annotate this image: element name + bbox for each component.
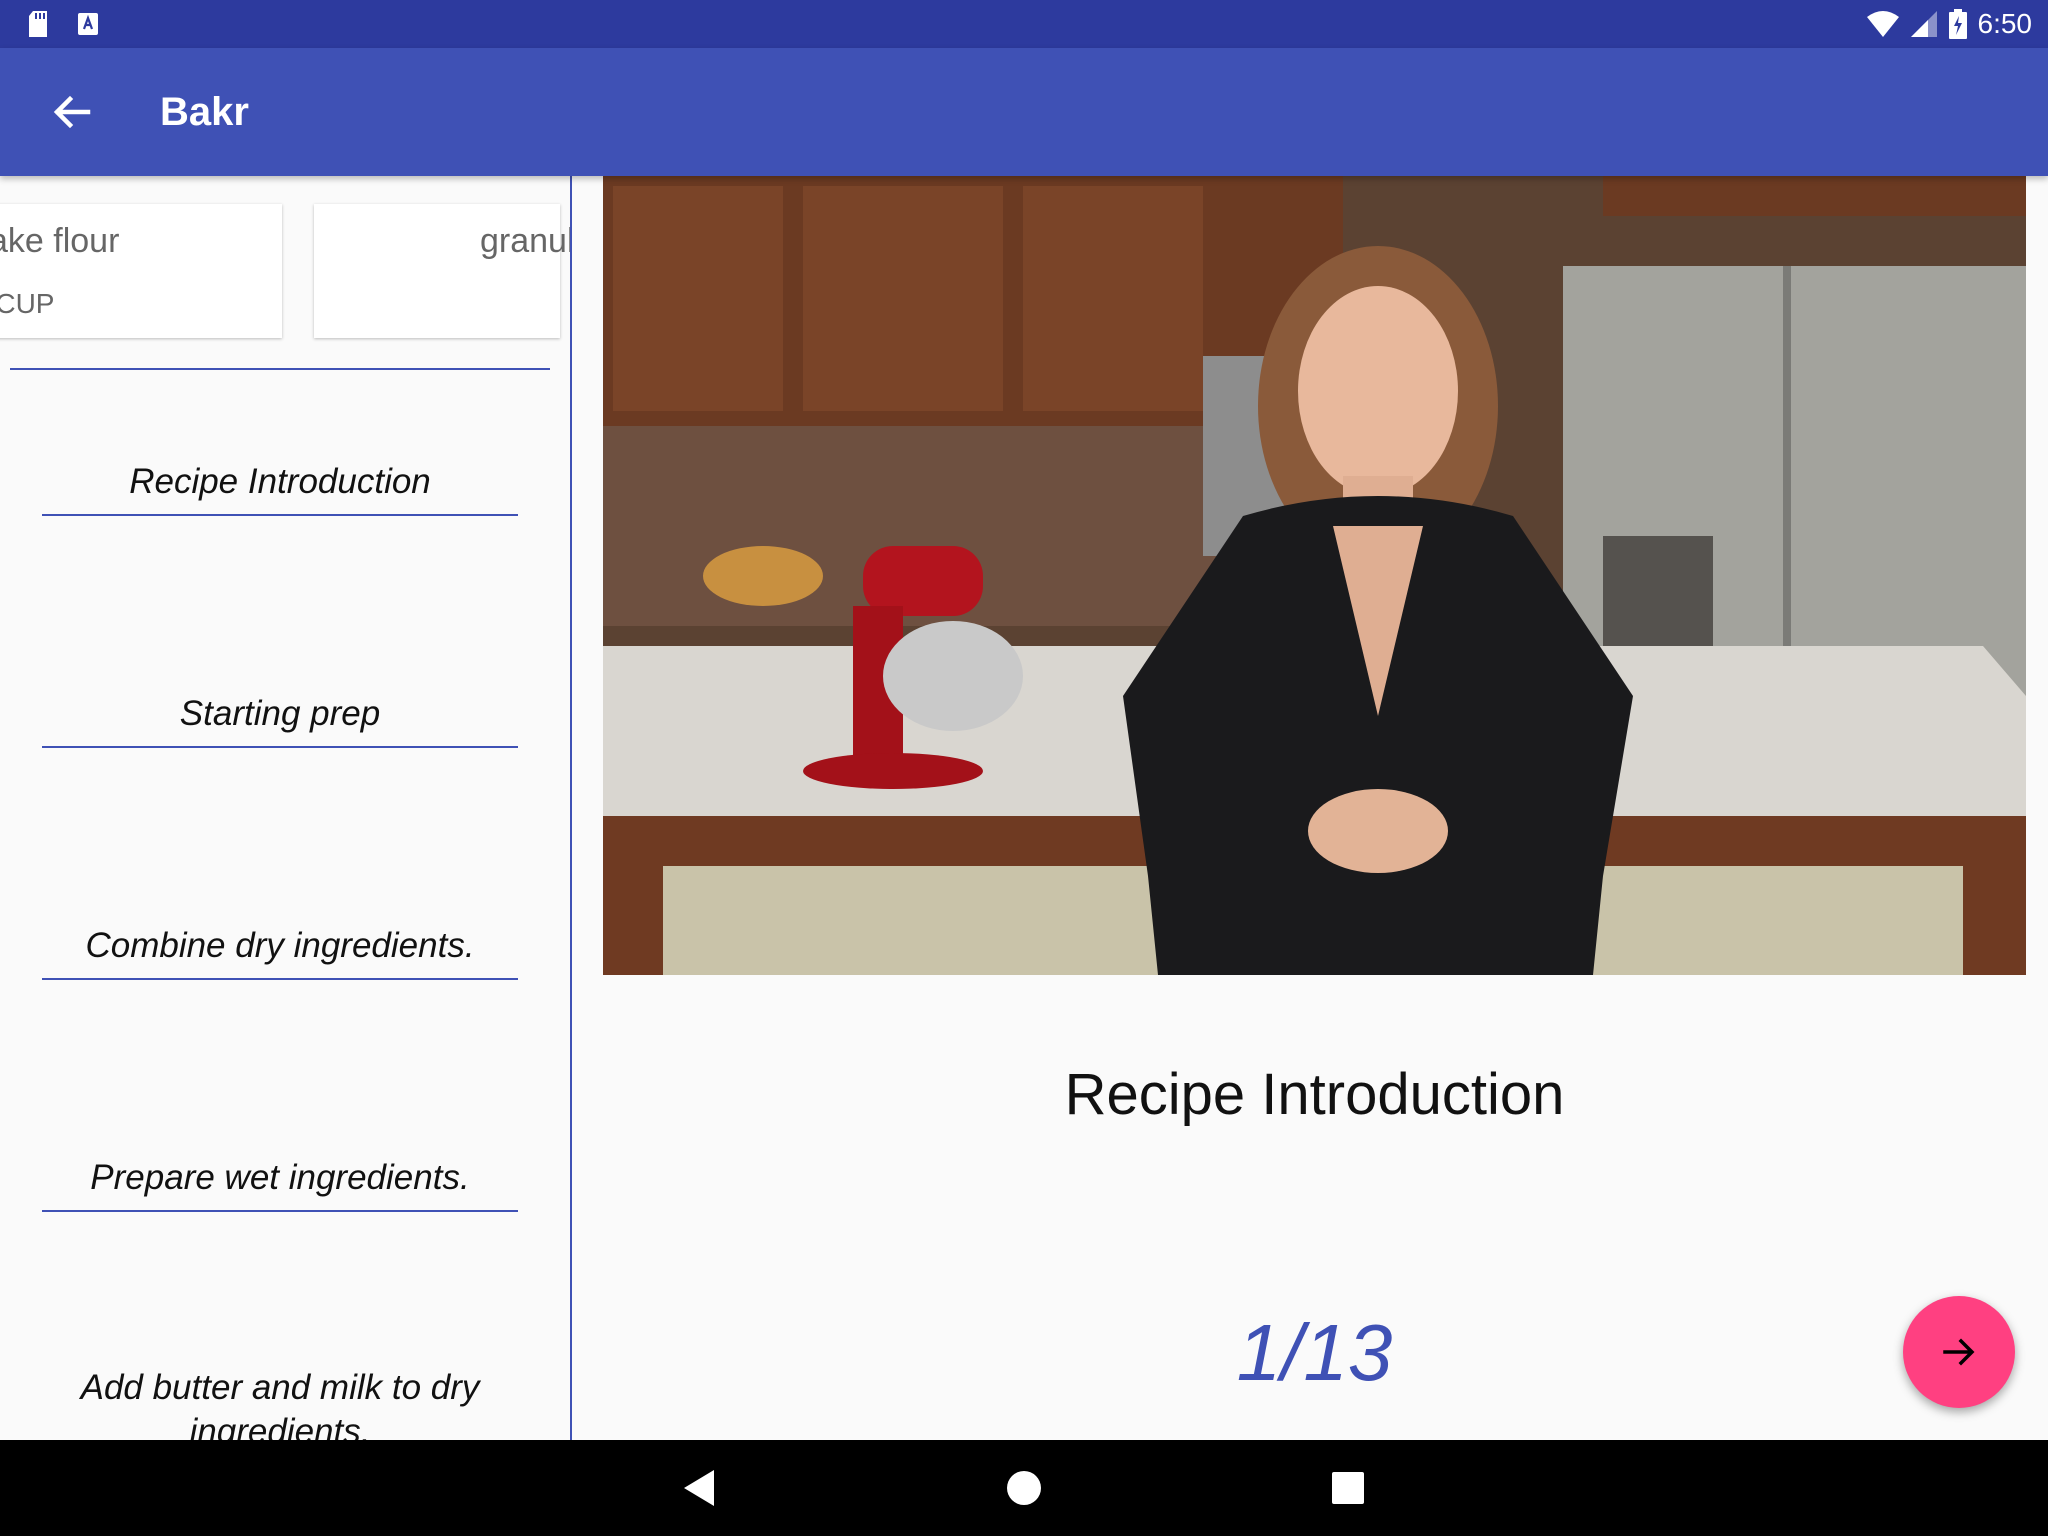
clock: 6:50 xyxy=(1977,8,2033,39)
video-player[interactable] xyxy=(603,176,2026,975)
step-label: Prepare wet ingredients. xyxy=(90,1158,470,1197)
app-bar: Bakr xyxy=(0,48,2048,176)
nav-recents-icon[interactable] xyxy=(1324,1464,1372,1512)
step-item[interactable]: Starting prep xyxy=(42,692,518,748)
ingredient-card[interactable]: cake flour 2 CUP xyxy=(0,204,282,338)
step-label: Combine dry ingredients. xyxy=(85,926,475,965)
step-item[interactable]: Combine dry ingredients. xyxy=(42,924,518,980)
ingredients-list[interactable]: cake flour 2 CUP granulated sugar xyxy=(0,190,570,502)
wifi-icon xyxy=(1866,11,1899,37)
ingredient-card[interactable]: granulated sugar xyxy=(314,204,570,338)
sd-card-icon xyxy=(29,11,47,37)
navigation-bar xyxy=(0,1440,2048,1536)
step-counter: 1/13 xyxy=(1236,1308,1393,1397)
status-system-icons: 6:50 xyxy=(1866,6,2033,42)
back-button[interactable] xyxy=(40,84,104,140)
next-step-button[interactable] xyxy=(1903,1296,2015,1408)
video-frame-image xyxy=(603,176,2026,975)
step-item[interactable]: Recipe Introduction xyxy=(42,460,518,516)
step-item[interactable]: Prepare wet ingredients. xyxy=(42,1156,518,1212)
cell-signal-icon xyxy=(1910,11,1937,37)
ingredient-quantity: 2 CUP xyxy=(0,288,55,319)
battery-charging-icon xyxy=(1948,9,1967,39)
step-title: Recipe Introduction xyxy=(1064,1062,1565,1127)
arrow-forward-icon xyxy=(1943,1338,1975,1366)
app-title: Bakr xyxy=(160,90,249,134)
step-label: Recipe Introduction xyxy=(129,462,431,501)
ingredient-name: cake flour xyxy=(0,222,120,260)
step-label: Starting prep xyxy=(179,694,381,733)
step-label: Add butter and milk to dry ingredients. xyxy=(80,1368,480,1440)
nav-home-icon[interactable] xyxy=(1000,1464,1048,1512)
arrow-back-icon xyxy=(53,95,91,129)
status-notifications xyxy=(26,10,100,38)
app-notification-icon xyxy=(78,13,98,35)
ingredient-name: granulated sugar xyxy=(480,222,570,260)
steps-panel: cake flour 2 CUP granulated sugar Recipe… xyxy=(0,176,572,1440)
step-item[interactable]: Add butter and milk to dry ingredients. xyxy=(42,1366,518,1440)
status-bar: 6:50 xyxy=(0,0,2048,48)
divider xyxy=(10,368,550,370)
nav-back-icon[interactable] xyxy=(676,1464,724,1512)
